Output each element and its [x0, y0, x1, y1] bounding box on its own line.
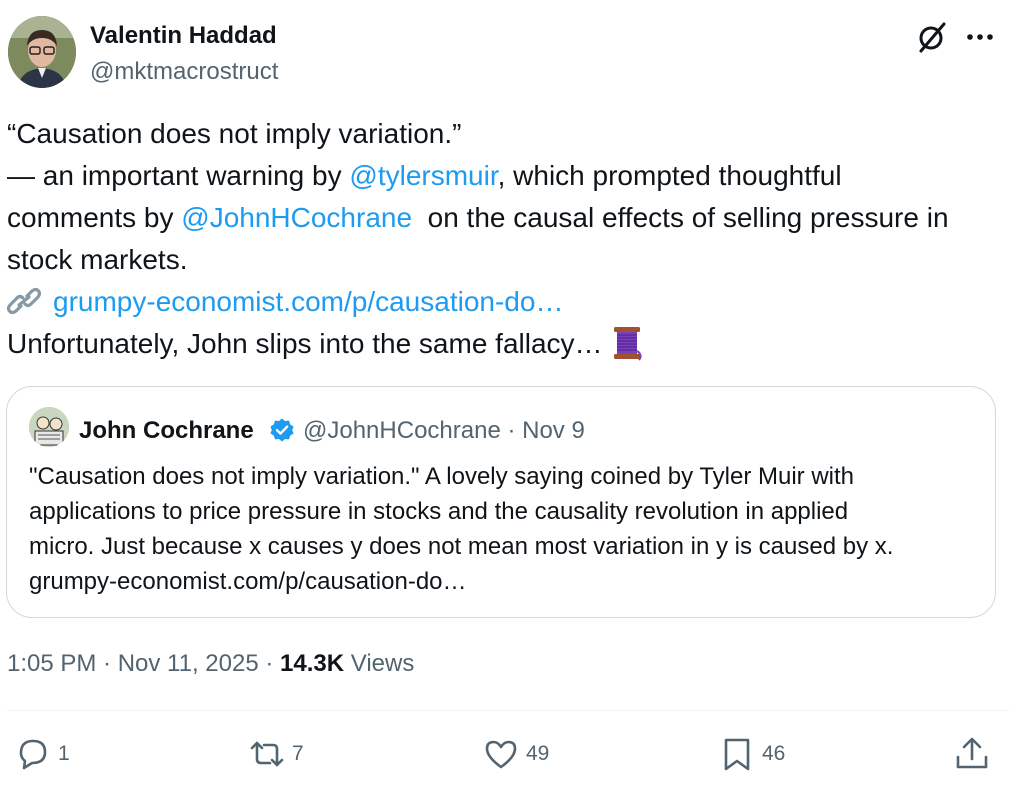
quoted-handle-date[interactable]: @JohnHCochrane · Nov 9: [303, 417, 585, 445]
tweet-line: grumpy-economist.com/p/causation-do…: [6, 281, 1007, 323]
quoted-avatar-cartoon: [29, 407, 69, 447]
tweet-line: Unfortunately, John slips into the same …: [7, 323, 1007, 365]
quoted-author-avatar[interactable]: [29, 407, 69, 447]
quoted-text-line: applications to price pressure in stocks…: [29, 498, 849, 525]
article-link[interactable]: grumpy-economist.com/p/causation-do…: [53, 286, 563, 317]
share-icon: [956, 737, 988, 769]
quoted-author-name[interactable]: John Cochrane: [79, 417, 254, 445]
share-button[interactable]: [953, 734, 991, 774]
mention-tylersmuir[interactable]: @tylersmuir: [349, 160, 497, 191]
views-count: 14.3K: [280, 650, 345, 677]
reply-icon: [19, 739, 47, 770]
tweet-text-segment: Unfortunately, John slips into the same …: [7, 328, 603, 359]
reply-button[interactable]: 1: [14, 734, 70, 774]
quoted-tweet-card[interactable]: John Cochrane @JohnHCochrane · Nov 9 "Ca…: [6, 386, 996, 618]
quoted-tweet-text: "Causation does not imply variation." A …: [29, 459, 893, 599]
repost-count: 7: [292, 742, 304, 765]
divider: [7, 710, 1009, 711]
avatar-photo: [8, 16, 76, 88]
repost-button[interactable]: 7: [248, 734, 304, 774]
repost-icon: [250, 741, 284, 767]
views-label: Views: [344, 650, 415, 677]
grok-icon[interactable]: [916, 20, 950, 54]
author-handle[interactable]: @mktmacrostruct: [90, 58, 278, 86]
tweet-timestamp: 1:05 PM · Nov 11, 2025 · 14.3K Views: [7, 650, 414, 678]
verified-badge-icon: [269, 417, 295, 443]
bookmark-icon: [724, 738, 750, 771]
reply-count: 1: [58, 742, 70, 765]
tweet-line: comments by @JohnHCochrane on the causal…: [7, 197, 1007, 239]
mention-johnhcochrane[interactable]: @JohnHCochrane: [181, 202, 412, 233]
tweet-line: stock markets.: [7, 244, 188, 275]
like-count: 49: [526, 742, 550, 765]
like-button[interactable]: 49: [482, 734, 549, 774]
timestamp-date[interactable]: 1:05 PM · Nov 11, 2025 ·: [7, 650, 280, 677]
tweet-line: “Causation does not imply variation.”: [7, 118, 462, 149]
thread-emoji-icon: [609, 325, 645, 361]
quoted-text-line: micro. Just because x causes y does not …: [29, 533, 894, 560]
quoted-text-line: grumpy-economist.com/p/causation-do…: [29, 568, 467, 595]
quoted-text-line: "Causation does not imply variation." A …: [29, 463, 854, 490]
author-avatar[interactable]: [8, 16, 76, 88]
tweet-text-segment: on the causal effects of selling pressur…: [412, 202, 949, 233]
more-icon[interactable]: [962, 20, 998, 54]
tweet-text: “Causation does not imply variation.” — …: [6, 113, 1007, 365]
tweet-line: — an important warning by @tylersmuir, w…: [7, 155, 1007, 197]
bookmark-button[interactable]: 46: [718, 734, 785, 774]
tweet-text-segment: comments by: [7, 202, 182, 233]
author-name[interactable]: Valentin Haddad: [90, 22, 277, 50]
link-icon: [6, 286, 42, 316]
bookmark-count: 46: [762, 742, 786, 765]
tweet-text-segment: , which prompted thoughtful: [497, 160, 842, 191]
like-icon: [485, 740, 517, 769]
tweet-text-segment: — an important warning by: [7, 160, 350, 191]
